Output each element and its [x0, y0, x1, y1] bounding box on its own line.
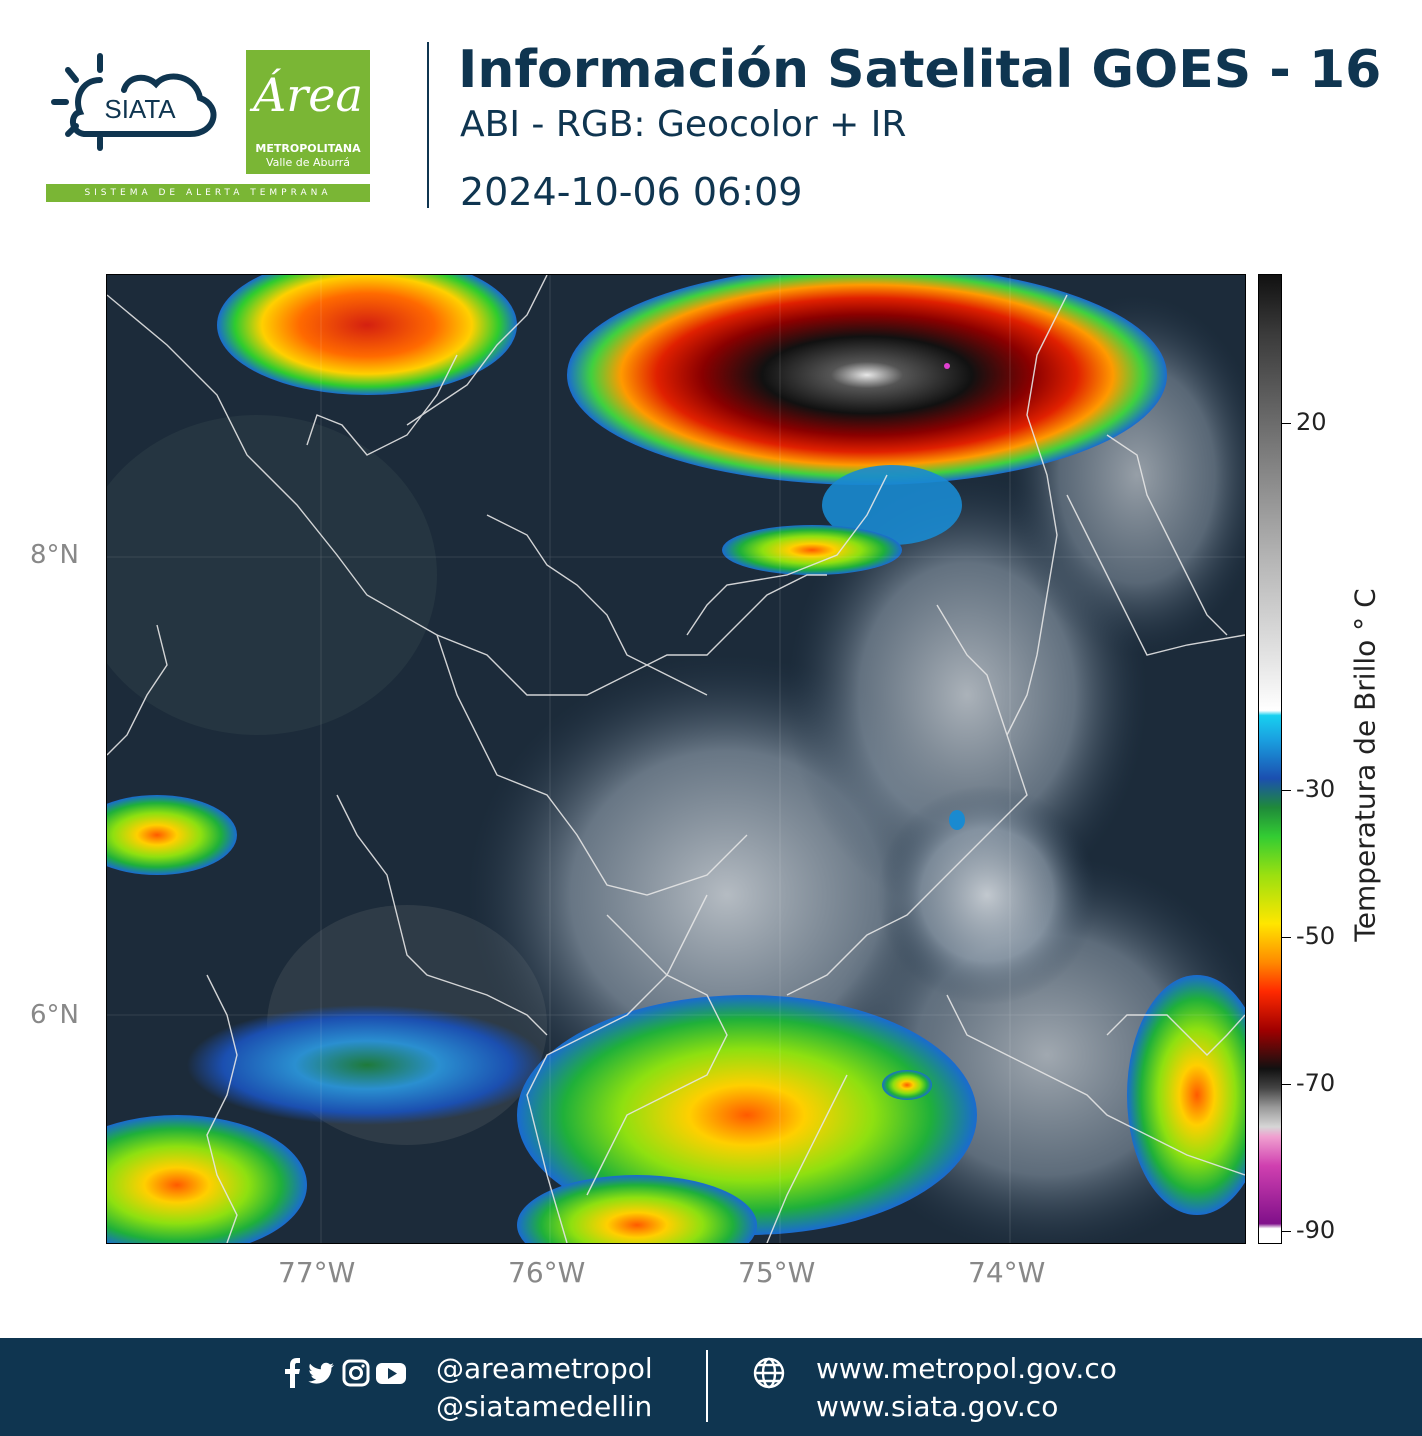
colorbar: [1258, 274, 1282, 1244]
siata-logo: SIATA: [51, 53, 217, 151]
header: SIATA Área METROPOLITANA Valle de Aburrá…: [0, 0, 1422, 240]
logo-area-subtitle: METROPOLITANA: [255, 142, 361, 155]
logo-area-title: Área: [253, 68, 363, 122]
footer: [0, 1338, 1422, 1436]
twitter-icon[interactable]: [308, 1362, 334, 1384]
footer-divider: [706, 1350, 708, 1422]
colorbar-title: Temperatura de Brillo ° C: [1348, 588, 1382, 942]
lon-label-75w: 75°W: [738, 1256, 816, 1289]
colorbar-tick: [1281, 1231, 1291, 1232]
facebook-icon[interactable]: [285, 1358, 300, 1388]
svg-text:SIATA: SIATA: [104, 94, 176, 124]
social-handle-areametropol[interactable]: @areametropol: [436, 1352, 653, 1385]
header-divider: [427, 42, 429, 208]
social-icons: [285, 1358, 406, 1388]
lon-label-74w: 74°W: [968, 1256, 1046, 1289]
social-handle-siatamedellin[interactable]: @siatamedellin: [436, 1390, 652, 1423]
lon-label-76w: 76°W: [508, 1256, 586, 1289]
page-subtitle: ABI - RGB: Geocolor + IR: [460, 104, 907, 145]
website-link-siata[interactable]: www.siata.gov.co: [816, 1390, 1058, 1423]
colorbar-tick: [1281, 423, 1291, 424]
colorbar-tick: [1281, 937, 1291, 938]
lon-label-77w: 77°W: [278, 1256, 356, 1289]
lat-label-8n: 8°N: [30, 540, 79, 570]
logo-area-subtitle-2: Valle de Aburrá: [265, 156, 351, 169]
colorbar-label-20: 20: [1296, 408, 1327, 436]
globe-icon: [753, 1357, 785, 1389]
colorbar-tick: [1281, 1084, 1291, 1085]
satellite-imagery: [107, 275, 1245, 1243]
satellite-map: [106, 274, 1246, 1244]
page-title: Información Satelital GOES - 16: [458, 40, 1382, 100]
website-link-metropol[interactable]: www.metropol.gov.co: [816, 1352, 1117, 1385]
timestamp: 2024-10-06 06:09: [460, 170, 803, 214]
colorbar-label-minus70: -70: [1296, 1069, 1336, 1097]
area-metropolitana-logo: Área METROPOLITANA Valle de Aburrá: [246, 50, 370, 174]
lat-label-6n: 6°N: [30, 1000, 79, 1030]
colorbar-label-minus50: -50: [1296, 922, 1336, 950]
colorbar-label-minus90: -90: [1296, 1216, 1336, 1244]
colorbar-tick: [1281, 790, 1291, 791]
youtube-icon[interactable]: [376, 1363, 406, 1384]
tagline: SISTEMA DE ALERTA TEMPRANA: [46, 184, 370, 202]
instagram-icon[interactable]: [342, 1359, 370, 1387]
colorbar-label-minus30: -30: [1296, 775, 1336, 803]
